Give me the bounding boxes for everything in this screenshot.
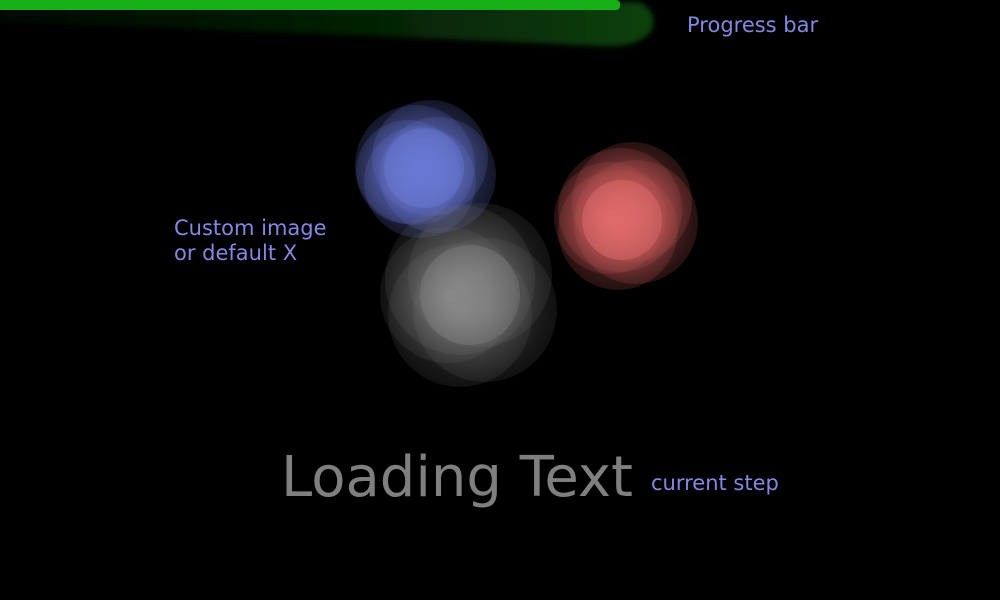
current-step-label: current step [651,471,779,495]
custom-image-label: Custom image or default X [174,216,327,265]
progress-bar-label: Progress bar [687,13,819,37]
progress-bar-fill [0,0,620,10]
gray-blob [380,203,557,387]
progress-bar [0,0,1000,10]
red-blob [554,142,698,290]
loading-screen: Progress bar Custom image or default X L… [0,0,1000,600]
loading-image [355,100,698,387]
loading-text: Loading Text [281,445,633,510]
